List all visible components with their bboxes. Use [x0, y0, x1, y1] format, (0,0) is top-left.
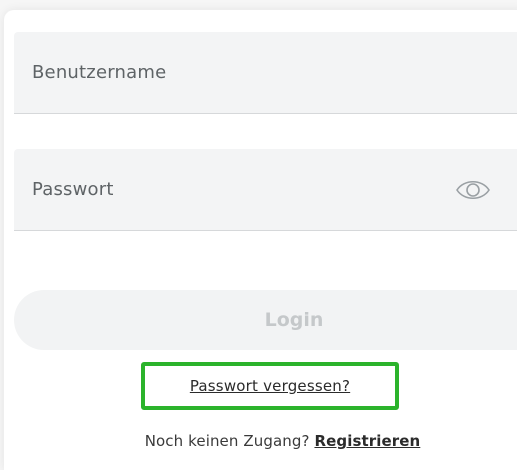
signup-prompt: Noch keinen Zugang? — [144, 432, 310, 450]
username-field[interactable]: Benutzername — [14, 32, 517, 114]
username-placeholder: Benutzername — [32, 62, 167, 83]
login-button[interactable]: Login — [14, 290, 517, 350]
forgot-password-highlight: Passwort vergessen? — [141, 362, 399, 410]
eye-icon[interactable] — [454, 175, 492, 205]
signup-row: Noch keinen Zugang? Registrieren — [0, 432, 517, 450]
password-placeholder: Passwort — [32, 179, 114, 200]
login-button-label: Login — [264, 309, 324, 331]
password-field[interactable]: Passwort — [14, 149, 517, 231]
register-link[interactable]: Registrieren — [314, 432, 420, 450]
forgot-password-link[interactable]: Passwort vergessen? — [190, 377, 350, 395]
